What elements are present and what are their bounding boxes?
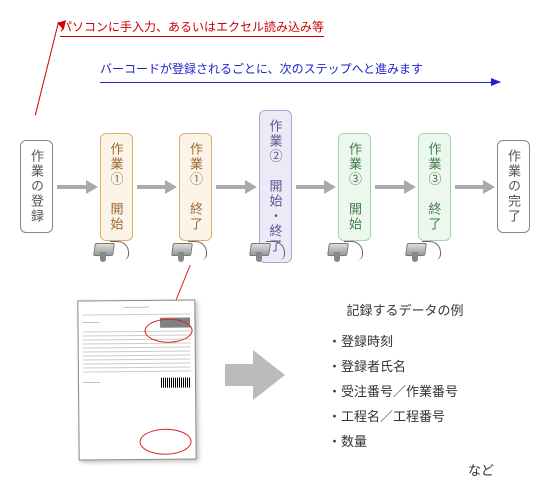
barcode-scanner-icon <box>94 235 130 263</box>
pointer-top-red <box>35 22 59 115</box>
barcode-scanner-icon <box>172 235 208 263</box>
flow-arrow-6 <box>453 182 496 192</box>
big-arrow-icon <box>225 350 285 400</box>
step-complete: 作業の完了 <box>497 140 530 233</box>
barcode-scanner-icon <box>406 235 442 263</box>
recorded-data-title: 記録するデータの例 <box>300 300 510 319</box>
barcode-icon <box>161 378 191 388</box>
top-caption: パソコンに手入力、あるいはエクセル読み込み等 <box>60 18 324 37</box>
list-item: 工程名／工程番号 <box>328 406 510 425</box>
highlight-circle-bottom <box>139 429 191 455</box>
step-task1-end: 作業① 終了 <box>179 133 212 241</box>
flow-arrow-5 <box>373 182 416 192</box>
top-caption-text: パソコンに手入力、あるいはエクセル読み込み等 <box>60 18 324 37</box>
flow-arrow-3 <box>214 182 257 192</box>
scanner-row <box>94 235 442 263</box>
step-task3-start: 作業③ 開始 <box>338 133 371 241</box>
step-register: 作業の登録 <box>20 140 53 233</box>
barcode-scanner-icon <box>328 235 364 263</box>
recorded-data-list: 登録時刻 登録者氏名 受注番号／作業番号 工程名／工程番号 数量 <box>300 331 510 450</box>
list-item: 数量 <box>328 431 510 450</box>
barcode-caption-text: バーコードが登録されるごとに、次のステップへと進みます <box>100 60 423 77</box>
step-task1-start: 作業① 開始 <box>100 133 133 241</box>
recorded-data-etc: など <box>300 460 510 479</box>
list-item: 受注番号／作業番号 <box>328 381 510 400</box>
flow-arrow-2 <box>135 182 178 192</box>
flow-arrow-4 <box>294 182 337 192</box>
work-order-document: ────── ──── ──── <box>77 299 196 460</box>
barcode-caption: バーコードが登録されるごとに、次のステップへと進みます <box>100 60 423 77</box>
list-item: 登録時刻 <box>328 331 510 350</box>
list-item: 登録者氏名 <box>328 356 510 375</box>
barcode-scanner-icon <box>250 235 286 263</box>
flow-arrow-1 <box>55 182 98 192</box>
recorded-data-panel: 記録するデータの例 登録時刻 登録者氏名 受注番号／作業番号 工程名／工程番号 … <box>300 300 510 479</box>
progress-arrow <box>100 82 500 83</box>
step-task3-end: 作業③ 終了 <box>418 133 451 241</box>
